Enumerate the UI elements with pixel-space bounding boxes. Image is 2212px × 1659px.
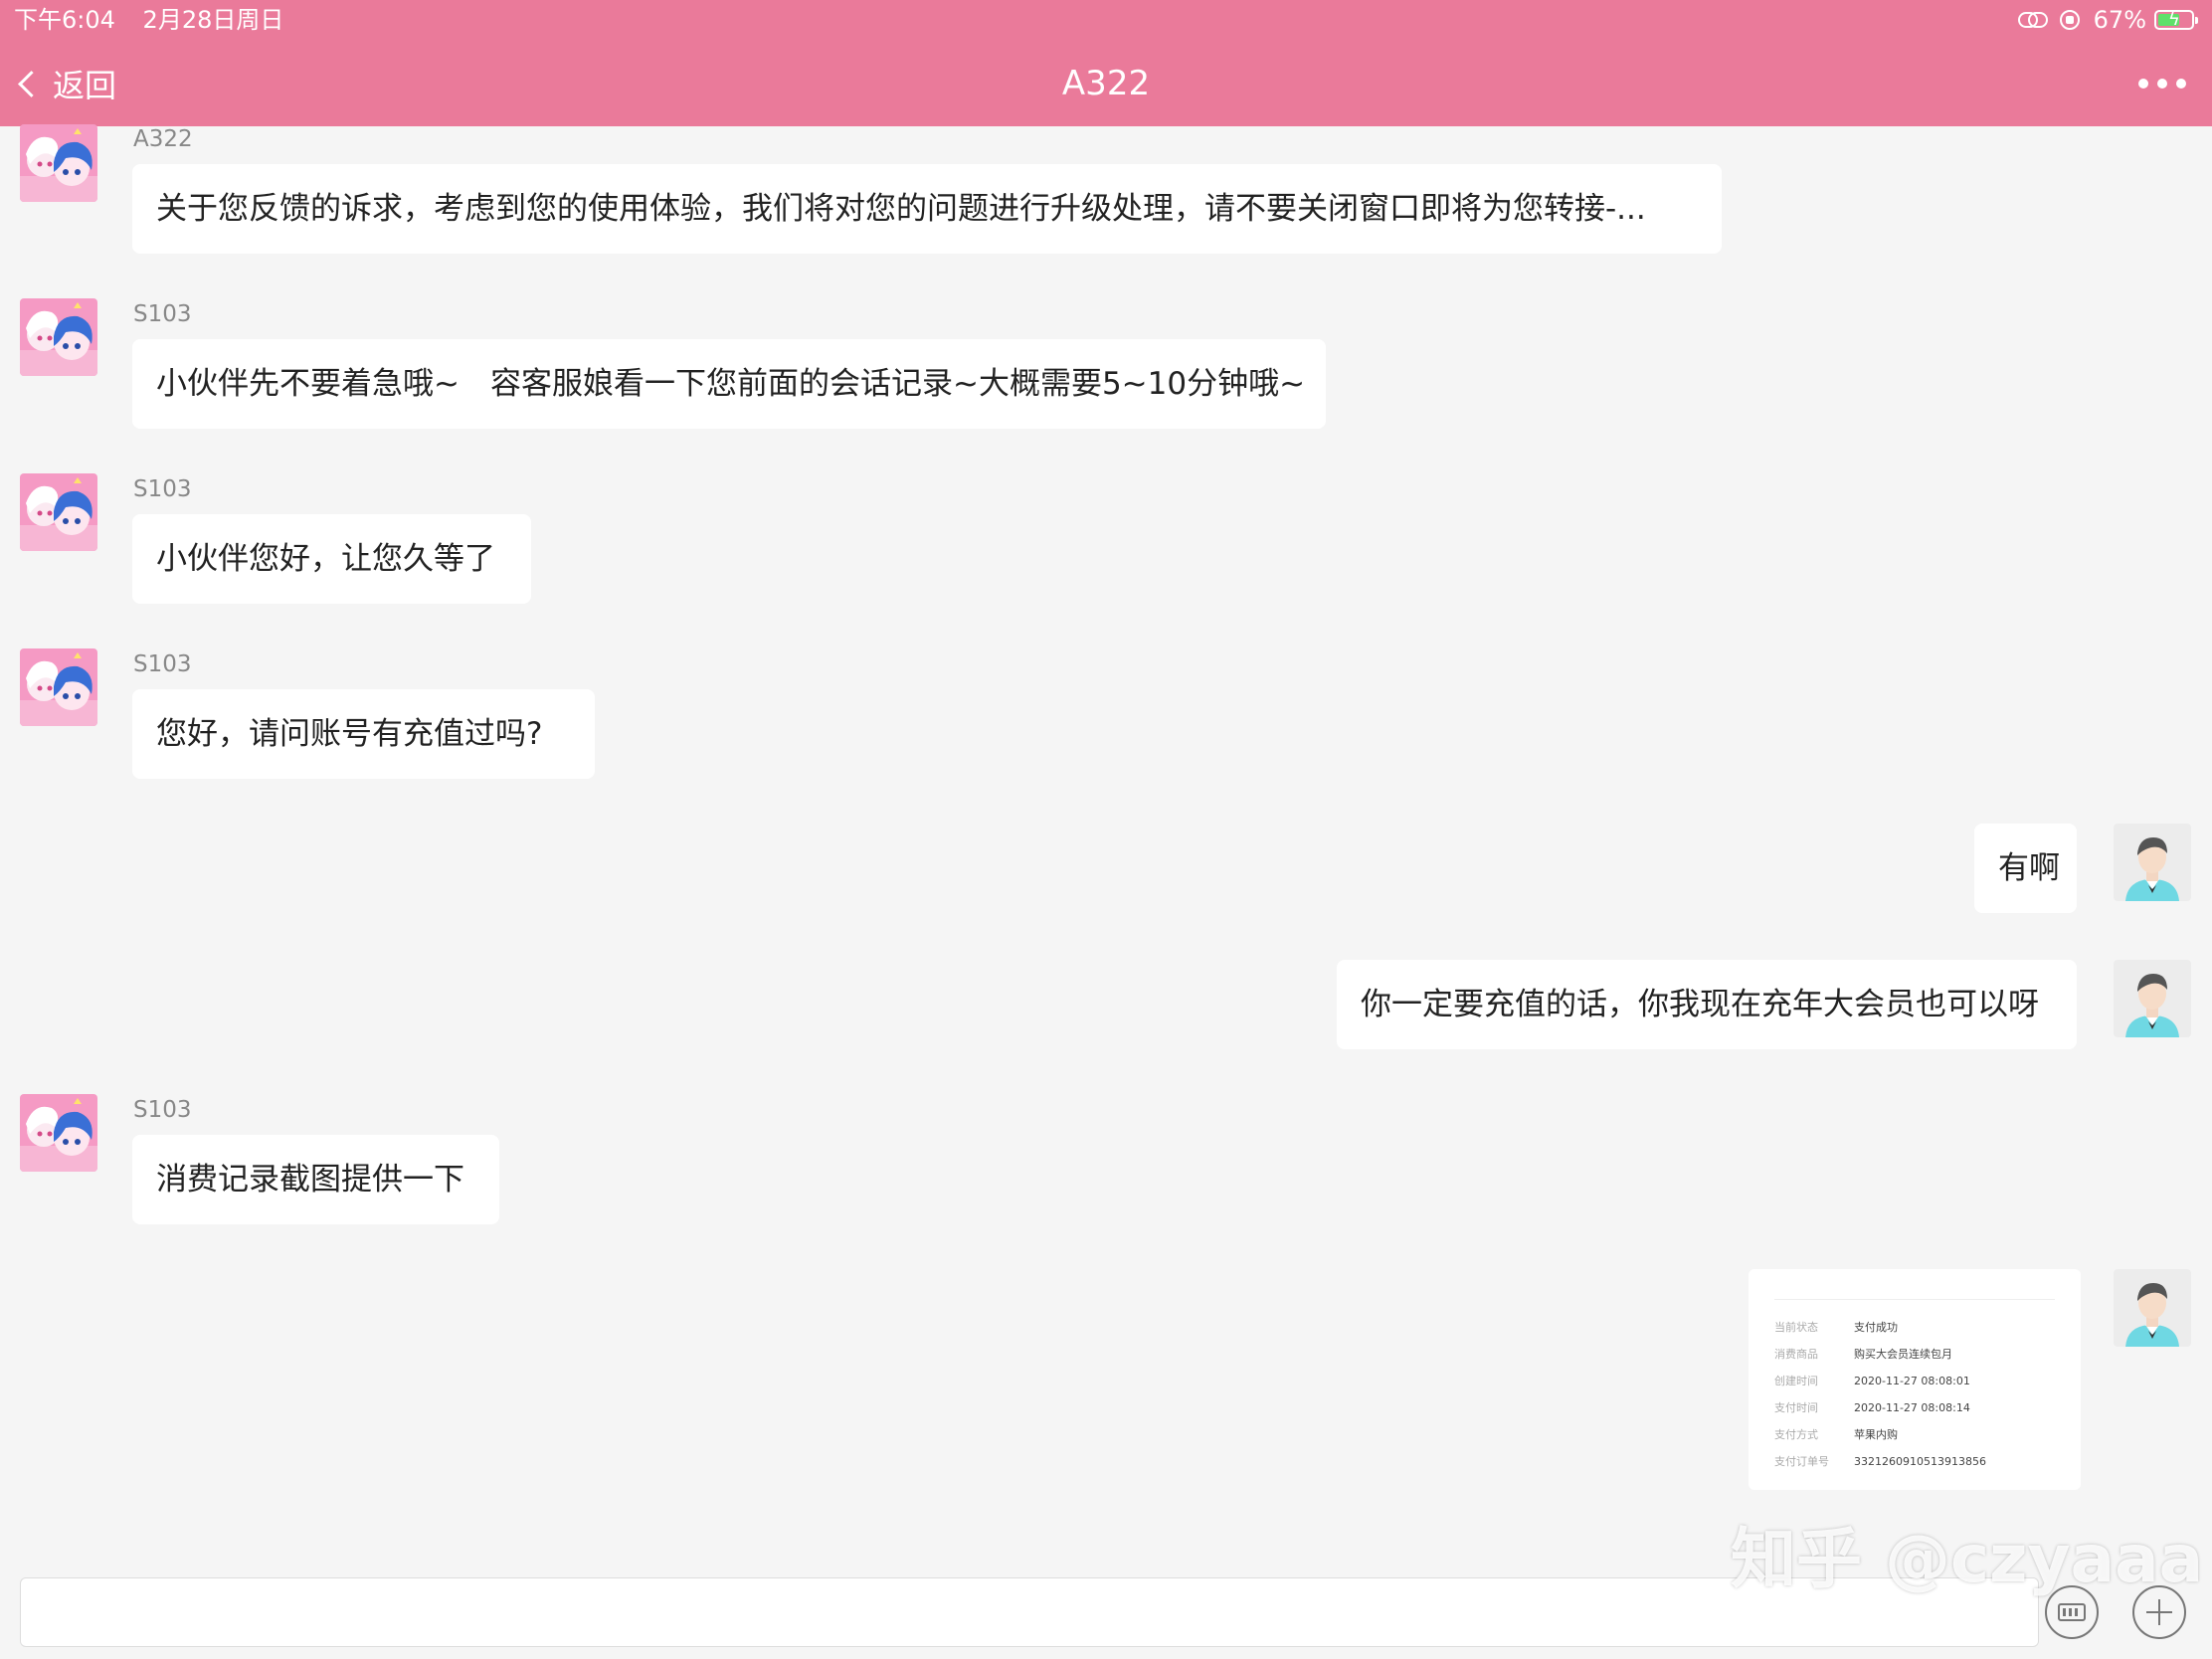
receipt-value: 3321260910513913856: [1854, 1455, 1986, 1468]
message-bubble[interactable]: 小伙伴先不要着急哦~ 容客服娘看一下您前面的会话记录~大概需要5~10分钟哦~: [132, 339, 1326, 429]
status-time: 下午6:04: [14, 6, 115, 34]
my-message-bubble[interactable]: 你一定要充值的话，你我现在充年大会员也可以呀: [1337, 960, 2077, 1049]
status-bar-left: 下午6:04 2月28日周日: [14, 4, 303, 36]
receipt-row: 支付方式 苹果内购: [1774, 1428, 1898, 1442]
receipt-value: 购买大会员连续包月: [1854, 1348, 1952, 1361]
receipt-row: 支付订单号 3321260910513913856: [1774, 1455, 1986, 1469]
agent-avatar[interactable]: [20, 298, 97, 376]
keyboard-icon: [2058, 1603, 2086, 1621]
more-dot-icon: [2157, 79, 2167, 89]
receipt-label: 支付方式: [1774, 1428, 1818, 1441]
battery-tip: [2195, 17, 2198, 24]
receipt-label: 支付订单号: [1774, 1455, 1829, 1468]
message-bubble[interactable]: 关于您反馈的诉求，考虑到您的使用体验，我们将对您的问题进行升级处理，请不要关闭窗…: [132, 164, 1722, 254]
receipt-divider: [1774, 1299, 2055, 1300]
message-sender: A322: [133, 126, 193, 152]
agent-avatar[interactable]: [20, 648, 97, 726]
message-bubble[interactable]: 您好，请问账号有充值过吗?: [132, 689, 595, 779]
receipt-value: 支付成功: [1854, 1321, 1898, 1334]
message-sender: S103: [133, 651, 192, 677]
payment-screenshot-image[interactable]: 当前状态 支付成功 消费商品 购买大会员连续包月 创建时间 2020-11-27 08…: [1749, 1269, 2081, 1490]
receipt-row: 消费商品 购买大会员连续包月: [1774, 1348, 1952, 1362]
battery-icon: ϟ: [2154, 9, 2198, 30]
chat-title: A322: [1061, 64, 1151, 103]
status-date: 2月28日周日: [142, 6, 284, 34]
message-bubble[interactable]: 小伙伴您好，让您久等了: [132, 514, 531, 604]
plus-icon: [2146, 1599, 2172, 1625]
more-dot-icon: [2138, 79, 2148, 89]
receipt-label: 当前状态: [1774, 1321, 1818, 1334]
battery-percentage: 67%: [2093, 6, 2146, 34]
receipt-row: 创建时间 2020-11-27 08:08:01: [1774, 1375, 1970, 1388]
my-avatar[interactable]: [2114, 1269, 2191, 1347]
my-message-bubble[interactable]: 有啊: [1974, 824, 2077, 913]
receipt-value: 苹果内购: [1854, 1428, 1898, 1441]
receipt-value: 2020-11-27 08:08:01: [1854, 1375, 1970, 1387]
receipt-label: 消费商品: [1774, 1348, 1818, 1361]
receipt-label: 创建时间: [1774, 1375, 1818, 1387]
message-sender: S103: [133, 301, 192, 327]
status-bar-right: 67% ϟ: [2004, 4, 2198, 36]
link-icon: [2017, 12, 2048, 28]
agent-avatar[interactable]: [20, 1094, 97, 1172]
agent-avatar[interactable]: [20, 473, 97, 551]
more-dot-icon: [2176, 79, 2186, 89]
charging-bolt-icon: ϟ: [2168, 9, 2180, 30]
receipt-row: 支付时间 2020-11-27 08:08:14: [1774, 1401, 1970, 1415]
receipt-row: 当前状态 支付成功: [1774, 1321, 1898, 1335]
my-avatar[interactable]: [2114, 824, 2191, 901]
message-sender: S103: [133, 476, 192, 502]
more-options-button[interactable]: [2138, 72, 2186, 95]
receipt-value: 2020-11-27 08:08:14: [1854, 1401, 1970, 1414]
nav-bar: 下午6:04 2月28日周日 67% ϟ 返回 A322: [0, 0, 2212, 126]
watermark: 知乎 @czyaaa: [1731, 1521, 2204, 1597]
orientation-lock-icon: [2059, 10, 2080, 30]
message-bubble[interactable]: 消费记录截图提供一下: [132, 1135, 499, 1224]
my-avatar[interactable]: [2114, 960, 2191, 1037]
agent-avatar[interactable]: [20, 124, 97, 202]
message-sender: S103: [133, 1097, 192, 1123]
receipt-label: 支付时间: [1774, 1401, 1818, 1414]
